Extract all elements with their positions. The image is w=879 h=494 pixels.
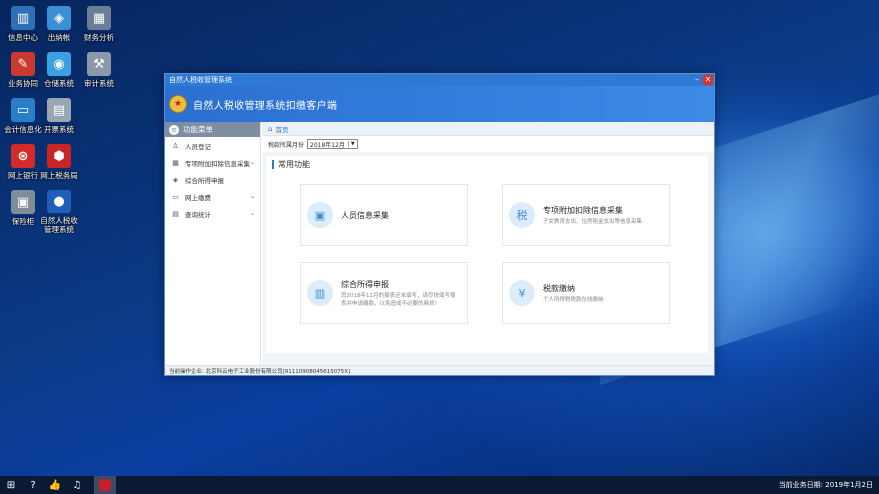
panel-title: 常用功能 — [266, 156, 708, 172]
breadcrumb: ⌂ 首页 — [262, 122, 714, 136]
invoice-icon: ▤ — [47, 98, 71, 122]
personal-tax-app-icon — [99, 479, 111, 491]
desktop-icon-label: 保险柜 — [11, 217, 35, 226]
desktop-icon[interactable]: ● 自然人税收 管理系统 — [36, 190, 82, 234]
card-description: 个人所得税税款在线缴纳 — [543, 296, 604, 303]
function-card[interactable]: ▥ 综合所得申报您2018年12月的报表还未填写，请尽快填写报表并申请缴款，以免造… — [300, 262, 468, 324]
menu-icon: ≡ — [169, 124, 179, 135]
minimize-icon[interactable]: – — [692, 75, 702, 85]
title-accent-bar — [272, 159, 274, 169]
audit-icon: ⚒ — [87, 52, 111, 76]
national-emblem-icon: ★ — [169, 95, 187, 113]
window-title: 自然人税收管理系统 — [169, 76, 232, 84]
grid-icon: ▦ — [172, 158, 179, 167]
taskbar-app-personal-tax[interactable] — [94, 476, 116, 494]
sidebar-header: ≡ 功能菜单 — [165, 122, 260, 137]
thumbs-up-icon[interactable]: 👍 — [44, 476, 66, 494]
desktop-icon[interactable]: ⚒ 审计系统 — [76, 52, 122, 96]
desktop-icon[interactable]: ▦ 财务分析 — [76, 6, 122, 50]
function-card[interactable]: 税专项附加扣除信息采集子女教育支出、住房租金支出等信息采集 — [502, 184, 670, 246]
desktop-icon[interactable]: ▤ 开票系统 — [36, 98, 82, 142]
card-title: 综合所得申报 — [341, 279, 389, 289]
function-card[interactable]: ¥ 税款缴纳个人所得税税款在线缴纳 — [502, 262, 670, 324]
card-title: 人员信息采集 — [341, 210, 389, 220]
desktop-icon-label: 自然人税收 管理系统 — [40, 216, 78, 234]
windows-start-icon[interactable]: ⊞ — [0, 476, 22, 494]
personal-tax-icon: ● — [47, 190, 71, 213]
panel-title-label: 常用功能 — [278, 159, 310, 169]
online-tax-icon: ⬢ — [47, 144, 71, 168]
person-card-icon: ▣ — [307, 202, 333, 228]
sidebar-item[interactable]: ▦ 专项附加扣除信息采集 ⌄ — [165, 154, 260, 171]
card-title: 税款缴纳 — [543, 283, 575, 293]
card-description: 您2018年12月的报表还未填写，请尽快填写报表并申请缴款，以免造成不必要的麻烦… — [341, 292, 456, 307]
app-title: 自然人税收管理系统扣缴客户端 — [193, 100, 338, 112]
desktop: ▥ 信息中心 ◈ 出纳帐 ▦ 财务分析 ✎ 业务协同 ◉ 仓储系统 ⚒ 审计系统 ▭ 会计信息化 ▤ 开票系统… — [0, 0, 879, 476]
online-bank-icon: ⊛ — [11, 144, 35, 168]
desktop-icon[interactable]: ⬢ 网上税务局 — [36, 144, 82, 188]
card-description: 子女教育支出、住房租金支出等信息采集 — [543, 218, 643, 225]
info-center-icon: ▥ — [11, 6, 35, 30]
period-select-value: 2018年12月 — [310, 141, 345, 149]
close-icon[interactable]: ✕ — [703, 75, 713, 85]
main-content: ⌂ 首页 税款所属月份 2018年12月 ▼ 常用功能 ▣ 人员信息采集 税专项附加… — [262, 122, 714, 365]
tax-form-icon: 税 — [509, 202, 535, 228]
warehouse-icon: ◉ — [47, 52, 71, 76]
safe-icon: ▣ — [11, 190, 35, 214]
sidebar-item[interactable]: ▤ 查询统计 ⌄ — [165, 205, 260, 222]
chevron-down-icon: ⌄ — [249, 159, 255, 166]
period-label: 税款所属月份 — [268, 141, 305, 149]
sidebar: ≡ 功能菜单 ♙ 人员登记 ▦ 专项附加扣除信息采集 ⌄ ◈ 综合所得申报 ▭ 网上缴费 ⌄ ▤ 查询… — [165, 122, 261, 365]
status-text: 当前操作企业: 北京科云电子工业股份有限公司[91110908045615075… — [169, 368, 351, 375]
sidebar-item-label: 人员登记 — [185, 142, 211, 151]
sidebar-item-label: 专项附加扣除信息采集 — [185, 159, 250, 168]
sidebar-item[interactable]: ◈ 综合所得申报 — [165, 171, 260, 188]
chart-icon: ▤ — [172, 209, 179, 218]
home-icon: ⌂ — [268, 124, 273, 133]
business-collab-icon: ✎ — [11, 52, 35, 76]
sidebar-item-label: 综合所得申报 — [185, 176, 224, 185]
accounting-icon: ▭ — [11, 98, 35, 122]
desktop-icon-label: 信息中心 — [8, 33, 38, 42]
chevron-down-icon: ⌄ — [249, 193, 255, 200]
sidebar-header-label: 功能菜单 — [183, 125, 213, 134]
yen-icon: ¥ — [509, 280, 535, 306]
desktop-icon-label: 审计系统 — [84, 79, 114, 88]
taskbar: ⊞ ? 👍 ♫ 当前业务日期: 2019年1月2日 — [0, 476, 879, 494]
help-icon[interactable]: ? — [22, 476, 44, 494]
desktop-icon-label: 仓储系统 — [44, 79, 74, 88]
status-bar: 当前操作企业: 北京科云电子工业股份有限公司[91110908045615075… — [165, 365, 714, 375]
sidebar-item-label: 查询统计 — [185, 210, 211, 219]
window-titlebar[interactable]: 自然人税收管理系统 – ✕ — [165, 74, 714, 86]
card-title: 专项附加扣除信息采集 — [543, 205, 623, 215]
desktop-icon-label: 网上税务局 — [40, 171, 78, 180]
sidebar-item-label: 网上缴费 — [185, 193, 211, 202]
app-window: 自然人税收管理系统 – ✕ ★ 自然人税收管理系统扣缴客户端 ≡ 功能菜单 ♙ 人… — [164, 73, 715, 376]
finance-analysis-icon: ▦ — [87, 6, 111, 30]
business-date: 当前业务日期: 2019年1月2日 — [778, 481, 873, 489]
person-icon: ♙ — [172, 141, 179, 150]
period-select[interactable]: 2018年12月 ▼ — [307, 139, 358, 149]
layers-icon: ◈ — [172, 175, 179, 184]
chevron-down-icon: ⌄ — [249, 210, 255, 217]
report-icon: ▥ — [307, 280, 333, 306]
desktop-icon-label: 开票系统 — [44, 125, 74, 134]
cashier-icon: ◈ — [47, 6, 71, 30]
chevron-down-icon: ▼ — [347, 141, 355, 147]
desktop-icon-label: 出纳帐 — [47, 33, 71, 42]
sidebar-item[interactable]: ♙ 人员登记 — [165, 137, 260, 154]
headset-icon[interactable]: ♫ — [66, 476, 88, 494]
sidebar-item[interactable]: ▭ 网上缴费 ⌄ — [165, 188, 260, 205]
breadcrumb-home[interactable]: 首页 — [275, 124, 288, 134]
folder-icon: ▭ — [172, 192, 179, 201]
desktop-icon-label: 网上银行 — [8, 171, 38, 180]
desktop-icon-label: 财务分析 — [84, 33, 114, 42]
app-header: ★ 自然人税收管理系统扣缴客户端 — [165, 86, 714, 122]
desktop-icon-label: 业务协同 — [8, 79, 38, 88]
function-card[interactable]: ▣ 人员信息采集 — [300, 184, 468, 246]
period-filter: 税款所属月份 2018年12月 ▼ — [262, 136, 714, 152]
common-functions-panel: 常用功能 ▣ 人员信息采集 税专项附加扣除信息采集子女教育支出、住房租金支出等信息采… — [266, 156, 708, 353]
